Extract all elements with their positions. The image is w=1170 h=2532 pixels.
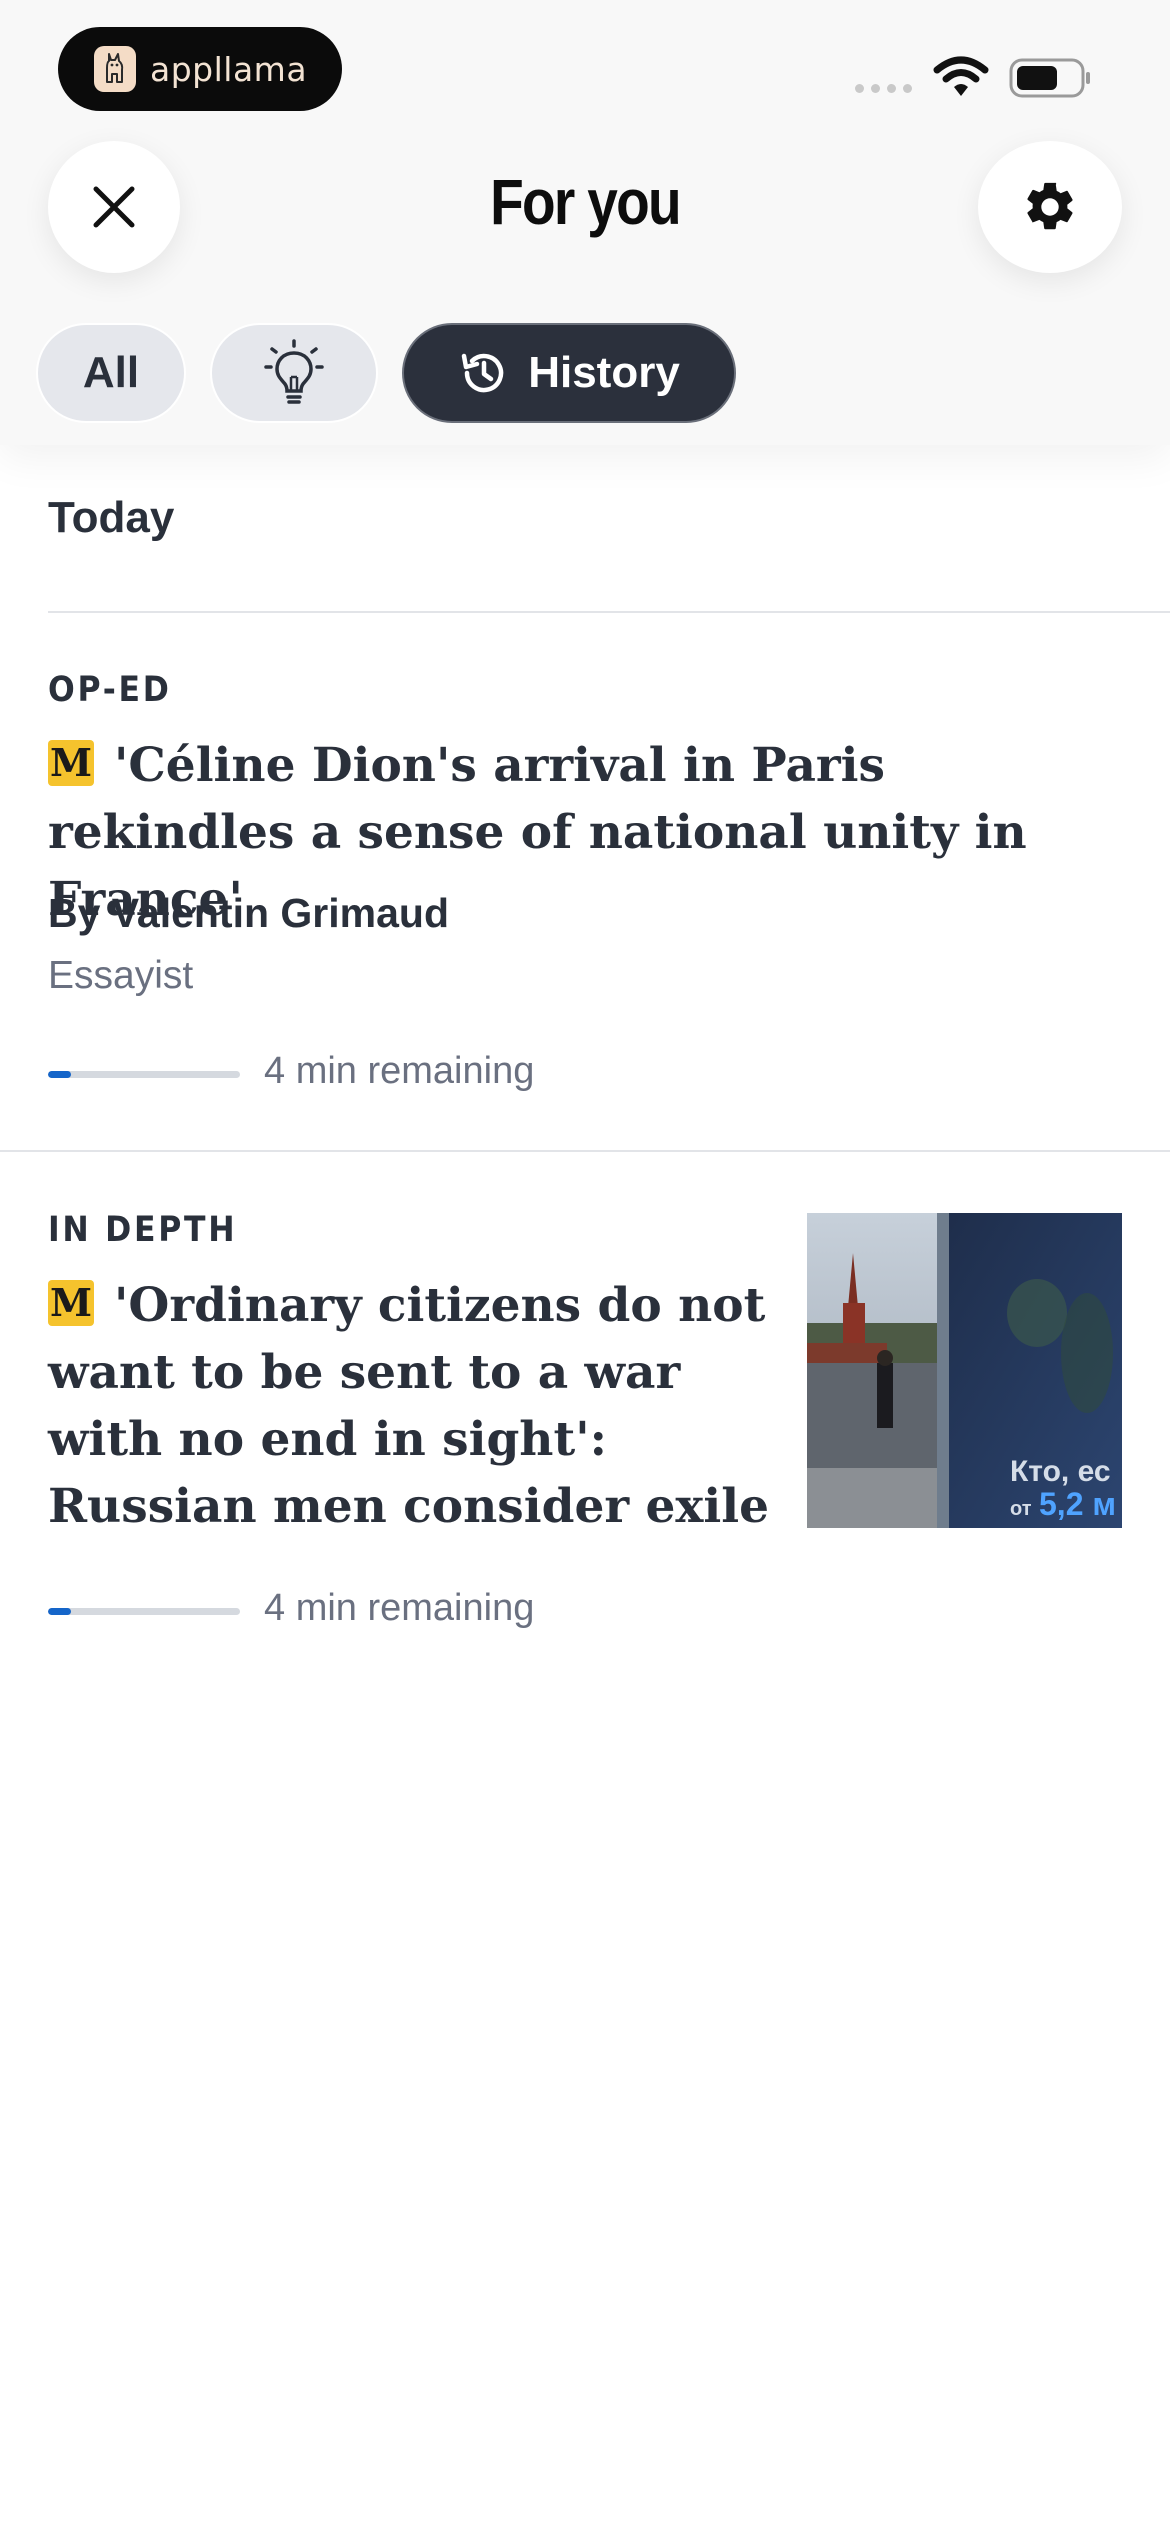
article-thumbnail[interactable]: Кто, ес от 5,2 м	[807, 1213, 1122, 1528]
history-icon	[461, 353, 504, 393]
thumbnail-text: от	[1010, 1498, 1032, 1520]
llama-icon	[94, 46, 136, 92]
page-title: For you	[490, 166, 681, 238]
settings-button[interactable]	[978, 141, 1122, 273]
wifi-icon	[933, 56, 989, 96]
tab-all[interactable]: All	[36, 323, 186, 423]
article-headline[interactable]: M 'Ordinary citizens do not want to be se…	[48, 1272, 778, 1540]
divider	[0, 1150, 1170, 1152]
article-kicker: IN DEPTH	[48, 1210, 238, 1250]
le-monde-logo-icon: M	[48, 740, 94, 786]
article-photo: Кто, ес от 5,2 м	[807, 1213, 1122, 1528]
battery-icon	[1009, 58, 1090, 98]
gear-icon	[1027, 182, 1073, 230]
reading-progress-fill	[48, 1071, 72, 1078]
section-title: Today	[48, 493, 175, 542]
cellular-signal-icon	[855, 84, 912, 93]
tab-history[interactable]: History	[402, 323, 736, 423]
divider	[48, 611, 1170, 613]
app-badge: appllama	[58, 27, 342, 111]
reading-progress-fill	[48, 1608, 72, 1615]
time-remaining: 4 min remaining	[264, 1587, 535, 1629]
article-kicker: OP-ED	[48, 670, 172, 710]
article-author-role: Essayist	[48, 954, 194, 997]
reading-progress-bar	[48, 1608, 240, 1615]
article-byline: By Valentin Grimaud	[48, 890, 449, 936]
thumbnail-text: Кто, ес	[1010, 1455, 1111, 1488]
tab-all-label: All	[82, 348, 140, 397]
tab-ideas[interactable]	[210, 323, 378, 423]
tab-history-label: History	[528, 348, 680, 397]
brand-name: appllama	[150, 49, 308, 89]
lightbulb-icon	[264, 339, 324, 404]
reading-progress-bar	[48, 1071, 240, 1078]
top-bar: appllama For you All History	[0, 0, 1170, 445]
time-remaining: 4 min remaining	[264, 1050, 535, 1092]
thumbnail-text: 5,2 м	[1039, 1486, 1116, 1522]
le-monde-logo-icon: M	[48, 1280, 94, 1326]
